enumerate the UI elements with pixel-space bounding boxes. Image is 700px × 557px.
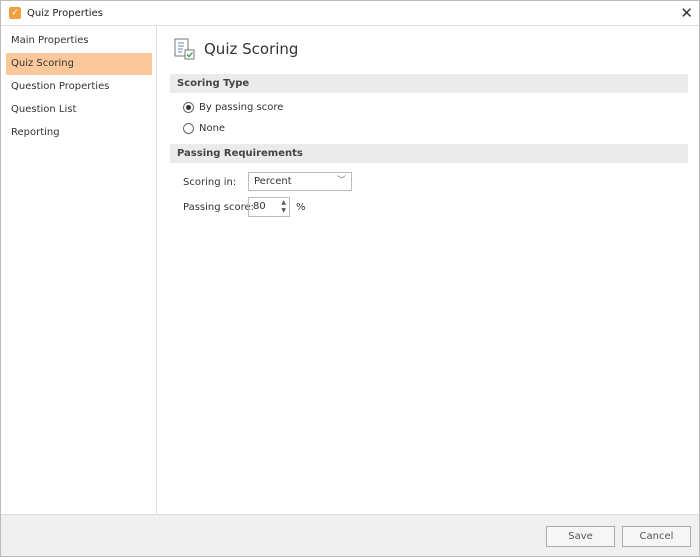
passing-requirements-heading: Passing Requirements xyxy=(170,144,688,163)
window-title: Quiz Properties xyxy=(27,7,103,19)
spin-arrows-icon[interactable]: ▲ ▼ xyxy=(281,199,286,215)
sidebar-item-question-list[interactable]: Question List xyxy=(6,99,152,121)
chevron-down-icon: ﹀ xyxy=(336,176,346,186)
scoring-in-value: Percent xyxy=(254,176,292,187)
close-icon[interactable]: ✕ xyxy=(680,4,693,22)
percent-unit: % xyxy=(296,202,306,213)
radio-none[interactable]: None xyxy=(183,123,225,134)
page-title: Quiz Scoring xyxy=(204,40,299,58)
scoring-type-heading: Scoring Type xyxy=(170,74,688,93)
title-bar: ✓ Quiz Properties ✕ xyxy=(1,1,699,26)
main-panel: Quiz Scoring Scoring Type By passing sco… xyxy=(158,27,699,514)
passing-score-value: 80 xyxy=(253,201,266,212)
scoring-in-label: Scoring in: xyxy=(183,177,237,188)
sidebar: Main Properties Quiz Scoring Question Pr… xyxy=(1,27,157,514)
save-button[interactable]: Save xyxy=(546,526,615,547)
sidebar-item-question-properties[interactable]: Question Properties xyxy=(6,76,152,98)
page-header: Quiz Scoring xyxy=(174,38,298,60)
quiz-properties-dialog: ✓ Quiz Properties ✕ Main Properties Quiz… xyxy=(0,0,700,557)
radio-label: By passing score xyxy=(199,102,284,113)
quiz-scoring-icon xyxy=(174,38,195,60)
radio-label: None xyxy=(199,123,226,134)
passing-score-label: Passing score: xyxy=(183,202,255,213)
radio-by-passing-score[interactable]: By passing score xyxy=(183,102,283,113)
radio-unchecked-icon[interactable] xyxy=(183,123,194,134)
footer: Save Cancel xyxy=(1,514,699,556)
sidebar-item-quiz-scoring[interactable]: Quiz Scoring xyxy=(6,53,152,75)
sidebar-item-main-properties[interactable]: Main Properties xyxy=(6,30,152,52)
passing-score-stepper[interactable]: 80 ▲ ▼ xyxy=(248,197,290,217)
cancel-button[interactable]: Cancel xyxy=(622,526,691,547)
sidebar-item-reporting[interactable]: Reporting xyxy=(6,122,152,144)
checkbox-app-icon: ✓ xyxy=(9,7,21,19)
radio-checked-icon[interactable] xyxy=(183,102,194,113)
scoring-in-select[interactable]: Percent ﹀ xyxy=(248,172,352,191)
